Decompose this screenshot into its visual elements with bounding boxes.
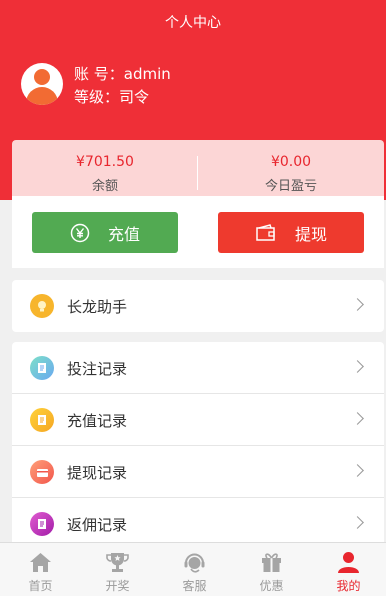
tab-label: 客服 [182,579,207,593]
wallet-icon [255,223,277,243]
user-icon [336,550,361,575]
support-icon [182,550,207,575]
balance-amount: ¥701.50 [76,154,134,170]
yen-coin-icon [70,223,90,243]
today-profit-amount: ¥0.00 [270,154,312,170]
menu-item-recharge-records[interactable]: 充值记录 [12,394,384,446]
recharge-label: 充值 [107,224,140,244]
tab-label: 开奖 [105,579,130,593]
chevron-right-icon [351,412,364,425]
action-card: 充值 提现 [12,196,384,268]
trophy-icon [105,550,130,575]
chevron-right-icon [351,464,364,477]
avatar[interactable] [21,63,63,105]
balance-column: ¥701.50 余额 [12,140,198,196]
withdraw-button[interactable]: 提现 [218,212,364,253]
bottom-tab-bar: 首页 开奖 客服 优惠 我的 [0,542,386,596]
lightbulb-icon [30,294,54,318]
menu-item-label: 投注记录 [67,360,128,378]
avatar-head-shape [34,69,50,85]
today-profit-column: ¥0.00 今日盈亏 [198,140,384,196]
tab-promotions[interactable]: 优惠 [233,543,310,596]
withdraw-record-icon [30,460,54,484]
page-title: 个人中心 [165,15,221,31]
recharge-button[interactable]: 充值 [32,212,178,253]
assistant-menu-card: 长龙助手 [12,280,384,332]
menu-item-label: 长龙助手 [67,298,128,316]
menu-item-dragon-assistant[interactable]: 长龙助手 [12,280,384,332]
gift-icon [259,550,284,575]
tab-customer-service[interactable]: 客服 [156,543,233,596]
tab-label: 优惠 [259,579,284,593]
tab-label: 我的 [336,579,361,593]
menu-item-label: 提现记录 [67,464,128,482]
recharge-record-icon [30,408,54,432]
commission-record-icon [30,512,54,536]
menu-item-label: 返佣记录 [67,516,128,534]
menu-item-label: 充值记录 [67,412,128,430]
balance-card: ¥701.50 余额 ¥0.00 今日盈亏 [12,140,384,204]
chevron-right-icon [351,298,364,311]
menu-item-withdraw-records[interactable]: 提现记录 [12,446,384,498]
tab-draw-results[interactable]: 开奖 [79,543,156,596]
home-icon [28,550,53,575]
chevron-right-icon [351,360,364,373]
bet-record-icon [30,356,54,380]
avatar-body-shape [26,87,58,105]
balance-label: 余额 [91,179,118,194]
tab-mine[interactable]: 我的 [310,543,386,596]
user-level: 等级：司令 [74,88,150,106]
chevron-right-icon [351,516,364,529]
today-profit-label: 今日盈亏 [264,179,317,194]
withdraw-label: 提现 [294,224,327,244]
account-name: 账 号：admin [74,65,171,83]
tab-label: 首页 [28,579,53,593]
records-menu-card: 投注记录 充值记录 提现记录 返佣记录 [12,342,384,552]
tab-home[interactable]: 首页 [2,543,79,596]
menu-item-bet-records[interactable]: 投注记录 [12,342,384,394]
